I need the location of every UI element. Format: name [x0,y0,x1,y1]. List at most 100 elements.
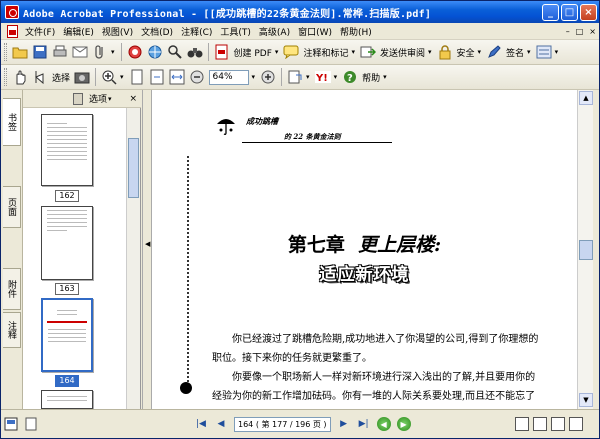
security-label[interactable]: 安全 [457,46,475,59]
attach-icon[interactable] [91,43,109,61]
first-page-icon[interactable]: |◀ [193,416,209,432]
document-scrollbar[interactable]: ▲ ▼ [577,90,593,409]
zoom-level-dropdown-icon[interactable]: ▾ [252,73,256,81]
page-layout-options-icon[interactable] [2,415,20,433]
organizer-icon[interactable] [126,43,144,61]
select-tool-label[interactable]: 选择 [52,71,70,84]
minimize-button[interactable]: _ [542,3,559,21]
acrobat-app-icon[interactable] [5,5,19,19]
snapshot-icon[interactable] [73,68,91,86]
document-scroll-thumb[interactable] [579,240,593,260]
create-pdf-icon[interactable] [213,43,231,61]
print-icon[interactable] [51,43,69,61]
page-thumbnail[interactable] [41,114,93,186]
fit-page-icon[interactable] [148,68,166,86]
doc-minimize-button[interactable]: – [563,27,573,36]
create-pdf-dropdown-icon[interactable]: ▾ [275,48,279,56]
page-thumbnail[interactable] [41,206,93,280]
forms-dropdown-icon[interactable]: ▾ [555,48,559,56]
doc-close-button[interactable]: × [586,27,599,36]
save-icon[interactable] [31,43,49,61]
tab-bookmarks[interactable]: 书签 [3,98,21,146]
menu-edit[interactable]: 编辑(E) [59,25,98,38]
security-lock-icon[interactable] [436,43,454,61]
continuous-layout-icon[interactable] [533,417,547,431]
rotate-dropdown-icon[interactable]: ▾ [306,73,310,81]
yahoo-icon[interactable]: Y! [314,68,332,86]
last-page-icon[interactable]: ▶| [356,416,372,432]
thumbnails-scrollbar[interactable] [126,108,140,409]
pdf-document-icon[interactable] [7,24,18,38]
menu-advanced[interactable]: 高级(A) [255,25,294,38]
previous-view-icon[interactable]: ◀ [376,417,391,431]
close-pane-button[interactable]: × [129,94,137,104]
menu-tools[interactable]: 工具(T) [216,25,255,38]
sign-pen-icon[interactable] [485,43,503,61]
sign-label[interactable]: 签名 [506,46,524,59]
forms-icon[interactable] [535,43,553,61]
maximize-button[interactable]: □ [561,3,578,21]
actual-size-icon[interactable] [128,68,146,86]
thumbnails-scroll-thumb[interactable] [128,138,139,198]
create-pdf-label[interactable]: 创建 PDF [234,46,272,59]
close-button[interactable]: × [580,3,597,21]
web-capture-icon[interactable] [146,43,164,61]
security-dropdown-icon[interactable]: ▾ [478,48,482,56]
sign-dropdown-icon[interactable]: ▾ [527,48,531,56]
open-folder-icon[interactable] [11,43,29,61]
hand-tool-icon[interactable] [11,68,29,86]
select-text-icon[interactable] [31,68,49,86]
zoom-out-circle-icon[interactable] [188,68,206,86]
previous-page-icon[interactable]: ◀ [213,416,229,432]
zoom-in-icon[interactable] [100,68,118,86]
send-review-icon[interactable] [359,43,377,61]
page-thumbnail-selected[interactable] [41,298,93,372]
menu-file[interactable]: 文件(F) [21,25,59,38]
next-page-icon[interactable]: ▶ [336,416,352,432]
tab-pages[interactable]: 页面 [3,186,21,228]
rotate-view-icon[interactable] [286,68,304,86]
toolbar-grip-2[interactable] [4,68,7,86]
doc-maximize-button[interactable]: □ [573,27,587,36]
continuous-facing-layout-icon[interactable] [569,417,583,431]
page-size-icon[interactable] [22,415,40,433]
menu-comments[interactable]: 注释(C) [177,25,216,38]
attach-dropdown-icon[interactable]: ▾ [111,48,115,56]
options-menu[interactable]: 选项 [89,92,107,105]
next-view-icon[interactable]: ▶ [396,417,411,431]
send-review-dropdown-icon[interactable]: ▾ [428,48,432,56]
zoom-in-circle-icon[interactable] [259,68,277,86]
comment-markup-dropdown-icon[interactable]: ▾ [351,48,355,56]
page-thumbnail[interactable] [41,390,93,409]
help-label[interactable]: 帮助 [362,71,380,84]
thumbnail-page-label[interactable]: 163 [55,283,79,295]
page-number-field[interactable]: 164 ( 第 177 / 196 页 ) [234,416,331,432]
menu-view[interactable]: 视图(V) [98,25,137,38]
fit-width-icon[interactable] [168,68,186,86]
menu-document[interactable]: 文档(D) [137,25,177,38]
comment-markup-icon[interactable] [282,43,300,61]
facing-layout-icon[interactable] [551,417,565,431]
single-page-layout-icon[interactable] [515,417,529,431]
yahoo-dropdown-icon[interactable]: ▾ [334,73,338,81]
thumbnail-page-label[interactable]: 162 [55,190,79,202]
thumbnail-page-label[interactable]: 164 [55,375,79,387]
collapse-arrow-icon[interactable]: ◀ [145,240,150,248]
email-icon[interactable] [71,43,89,61]
comment-markup-label[interactable]: 注释和标记 [303,46,348,59]
pane-splitter[interactable]: ◀ [142,90,152,409]
help-dropdown-icon[interactable]: ▾ [383,73,387,81]
tab-attachments[interactable]: 附件 [3,268,21,310]
search-icon[interactable] [166,43,184,61]
document-view[interactable]: 成功跳槽 的 22 条黄金法则 第七章 更上层楼: 适应新环境 你已经渡过了跳槽… [152,90,577,409]
trash-icon[interactable] [73,92,83,105]
zoom-level-input[interactable]: 64% [208,69,249,85]
scroll-down-icon[interactable]: ▼ [579,393,593,407]
help-question-icon[interactable]: ? [341,68,359,86]
zoom-dropdown-icon[interactable]: ▾ [120,73,124,81]
toolbar-grip[interactable] [4,43,7,61]
options-dropdown-icon[interactable]: ▾ [108,95,112,103]
tab-comments[interactable]: 注释 [3,312,21,348]
send-review-label[interactable]: 发送供审阅 [380,46,425,59]
binoculars-icon[interactable] [186,43,204,61]
